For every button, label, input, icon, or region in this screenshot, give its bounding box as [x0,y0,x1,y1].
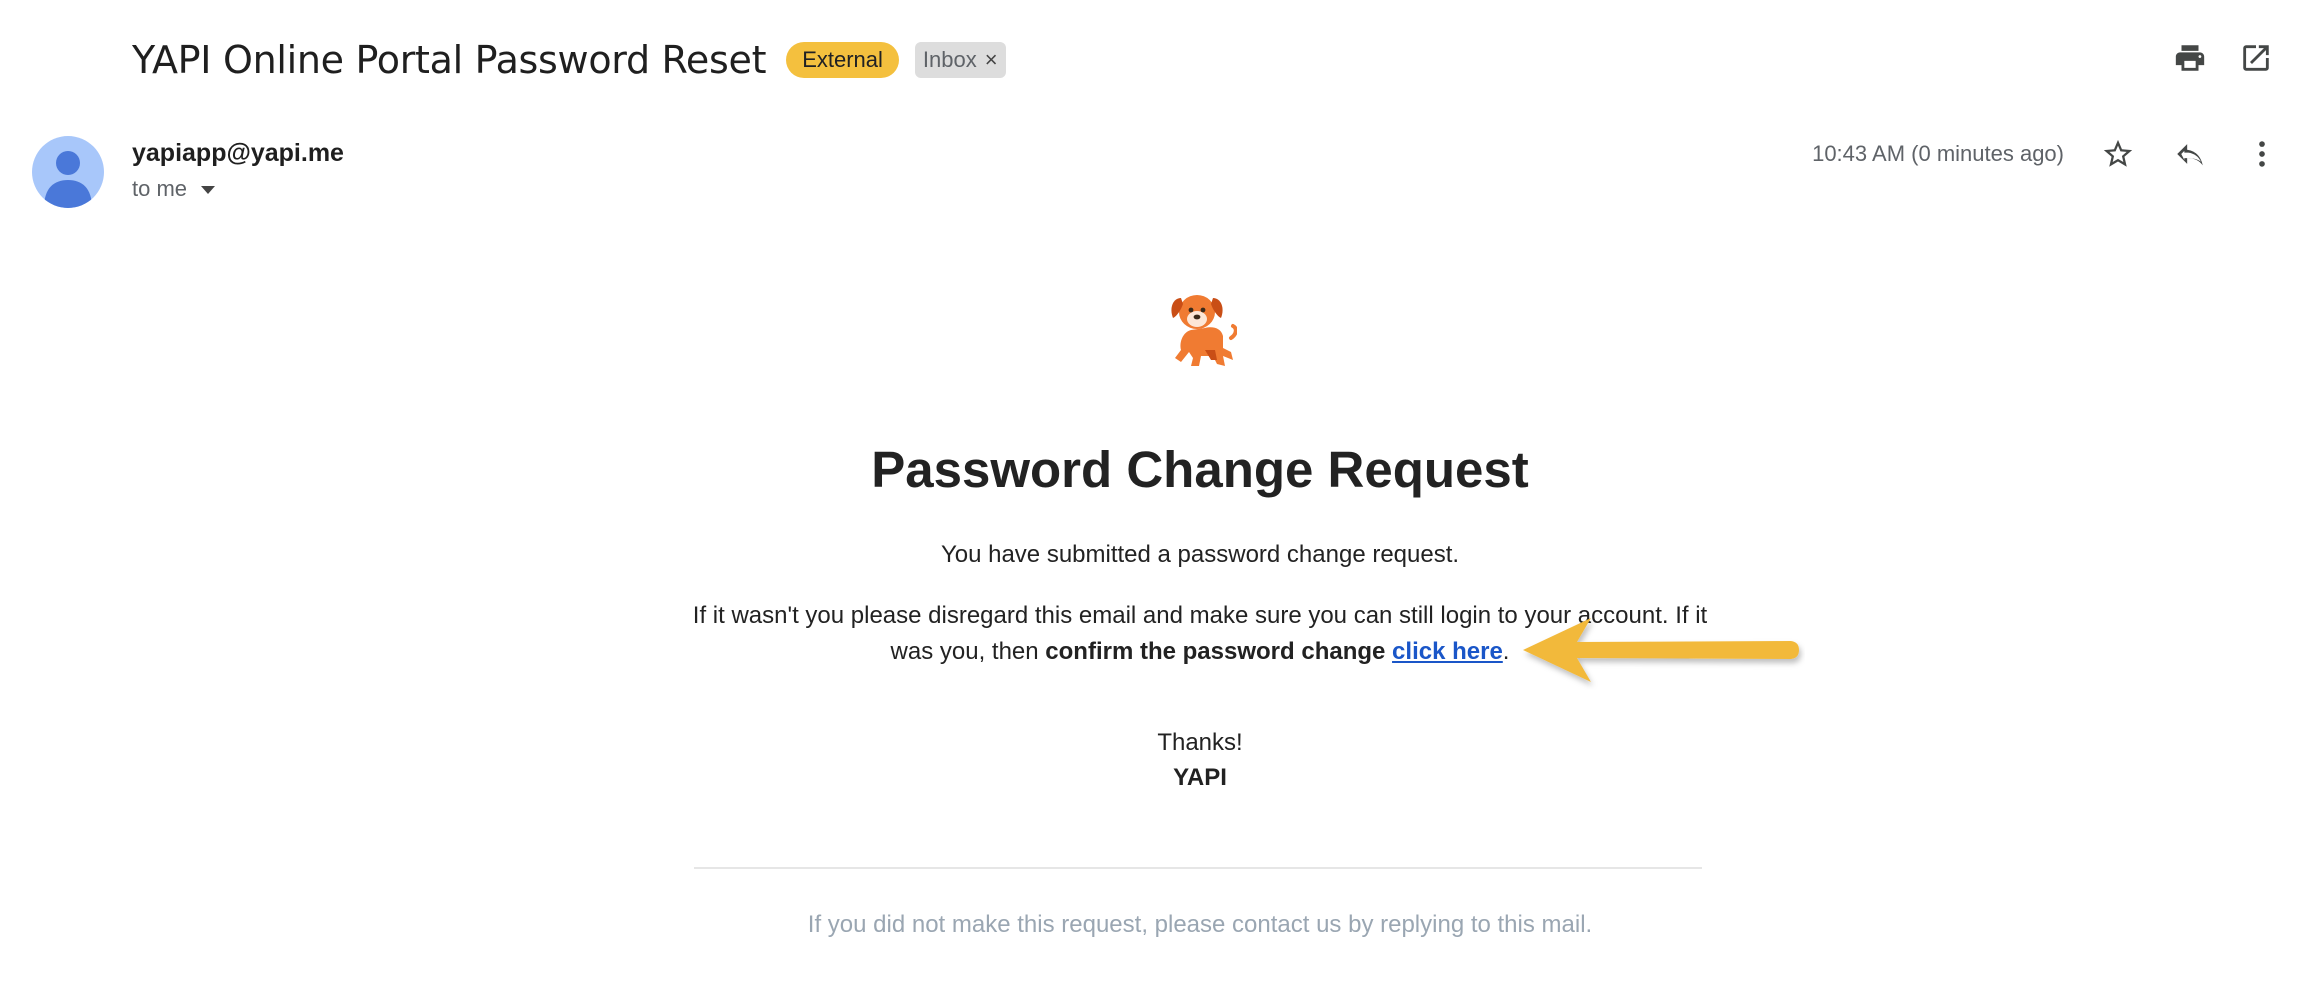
recipient-label: to me [132,176,188,201]
sender-email[interactable]: yapiapp@yapi.me [132,139,344,168]
click-here-link[interactable]: click here [1392,638,1503,665]
email-view: YAPI Online Portal Password Reset Extern… [0,0,2324,1006]
body-bold-text: confirm the password change [1045,638,1386,665]
remove-label-icon[interactable]: × [985,48,998,72]
message-meta: 10:43 AM (0 minutes ago) [1812,136,2280,172]
more-vert-icon[interactable] [2244,136,2280,172]
timestamp: 10:43 AM (0 minutes ago) [1812,141,2064,166]
email-thanks: Thanks! [1157,729,1243,756]
email-subject: YAPI Online Portal Password Reset [132,38,767,82]
yellow-arrow-icon [1523,618,1799,682]
subject-row: YAPI Online Portal Password Reset Extern… [132,28,1006,92]
top-actions [2172,40,2274,76]
inbox-label-chip[interactable]: Inbox × [914,42,1006,78]
inbox-label-text: Inbox [922,47,977,72]
star-icon[interactable] [2100,136,2136,172]
reply-icon[interactable] [2172,136,2208,172]
external-badge: External [786,42,899,78]
person-icon [44,151,92,208]
chevron-down-icon [201,186,216,194]
email-footer: If you did not make this request, please… [807,911,1593,938]
recipient-details-toggle[interactable]: to me [132,176,216,202]
footer-divider [694,867,1702,869]
sender-avatar[interactable] [32,136,104,208]
email-intro: You have submitted a password change req… [940,541,1460,568]
dog-icon [1171,295,1237,366]
email-headline: Password Change Request [871,441,1529,498]
print-icon[interactable] [2172,40,2208,76]
open-in-new-window-icon[interactable] [2238,40,2274,76]
body-period: . [1502,638,1510,665]
email-signature: YAPI [1173,764,1227,791]
